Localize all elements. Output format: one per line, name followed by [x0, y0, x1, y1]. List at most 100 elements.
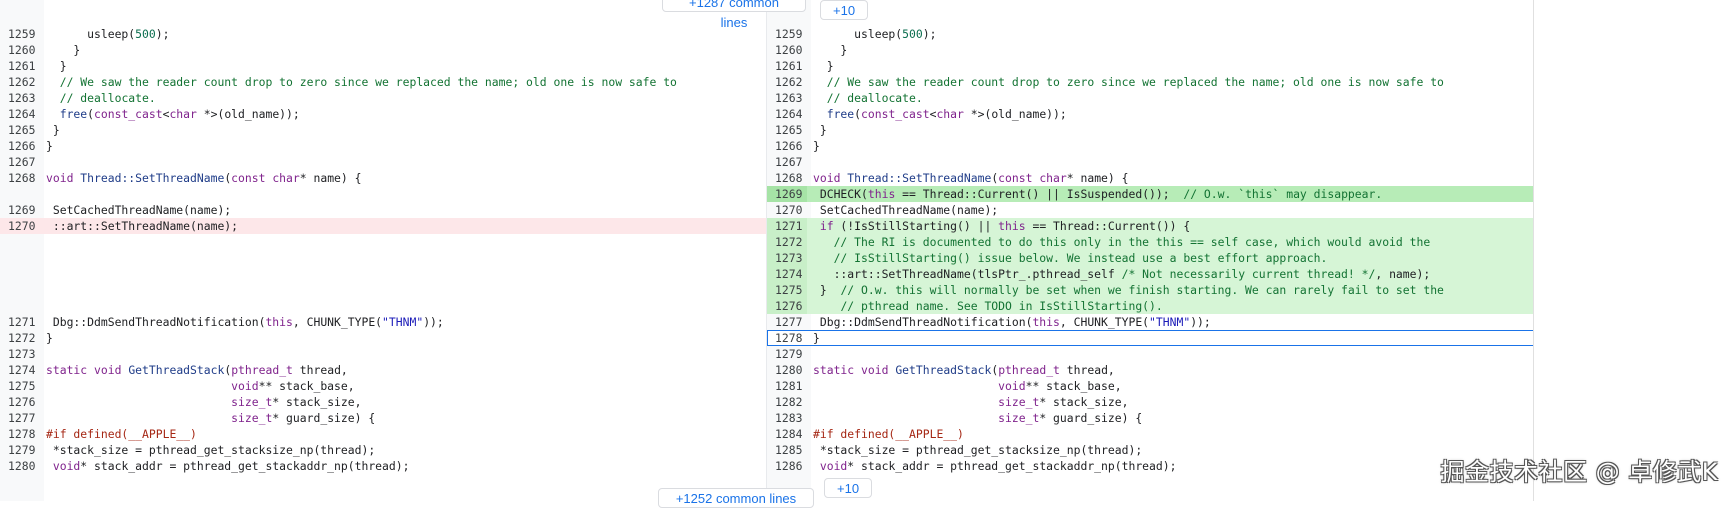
line-number[interactable]: 1273 — [767, 250, 807, 266]
line-number[interactable]: 1279 — [767, 346, 807, 362]
line-code: usleep(500); — [46, 26, 766, 42]
expand-common-lines-bottom-button[interactable]: +1252 common lines — [658, 488, 814, 508]
code-token: thread, — [292, 363, 348, 377]
right-code-line: 1278} — [767, 330, 1534, 346]
right-code-line: 1286 void* stack_addr = pthread_get_stac… — [767, 458, 1534, 474]
right-code-line: 1268 void Thread::SetThreadName(const cha… — [767, 170, 1534, 186]
line-number[interactable]: 1273 — [0, 346, 40, 362]
line-number[interactable]: 1277 — [0, 410, 40, 426]
expand-common-lines-top-button[interactable]: +1287 common lines — [662, 0, 806, 30]
line-number[interactable]: 1276 — [767, 298, 807, 314]
line-number[interactable]: 1269 — [0, 202, 40, 218]
line-number[interactable]: 1259 — [0, 26, 40, 42]
line-number[interactable]: 1261 — [767, 58, 807, 74]
line-number[interactable]: 1263 — [767, 90, 807, 106]
line-number[interactable]: 1286 — [767, 458, 807, 474]
line-number[interactable]: 1260 — [767, 42, 807, 58]
line-code: } — [813, 58, 1534, 74]
line-number[interactable]: 1262 — [0, 74, 40, 90]
code-token: #if defined(__APPLE__) — [813, 427, 964, 441]
code-token: this — [867, 187, 896, 201]
code-token: static — [46, 363, 88, 377]
line-number[interactable]: 1266 — [767, 138, 807, 154]
line-code: #if defined(__APPLE__) — [46, 426, 766, 442]
line-number[interactable]: 1262 — [767, 74, 807, 90]
line-number[interactable]: 1284 — [767, 426, 807, 442]
line-number[interactable]: 1275 — [0, 378, 40, 394]
line-number[interactable]: 1283 — [767, 410, 807, 426]
code-token: void — [861, 363, 889, 377]
code-token: size_t — [231, 395, 273, 409]
code-token: pthread_t — [998, 363, 1060, 377]
code-token: void — [813, 171, 841, 185]
code-token: usleep( — [813, 27, 903, 41]
line-number[interactable]: 1265 — [767, 122, 807, 138]
code-token: )); — [423, 315, 444, 329]
line-number[interactable]: 1261 — [0, 58, 40, 74]
left-code-line: 1278 #if defined(__APPLE__) — [0, 426, 766, 442]
right-code-line: 1282 size_t* stack_size, — [767, 394, 1534, 410]
left-code-line: 1270 ::art::SetThreadName(name); — [0, 218, 766, 234]
line-number[interactable]: 1272 — [0, 330, 40, 346]
line-number[interactable]: 1278 — [0, 426, 40, 442]
line-number[interactable]: 1285 — [767, 442, 807, 458]
left-code-line: 1274 static void GetThreadStack(pthread_t… — [0, 362, 766, 378]
code-token: * stack_addr = pthread_get_stackaddr_np(… — [80, 459, 410, 473]
line-number[interactable]: 1277 — [767, 314, 807, 330]
line-number[interactable]: 1280 — [767, 362, 807, 378]
line-number[interactable]: 1278 — [767, 330, 807, 346]
right-code-line: 1280 static void GetThreadStack(pthread_t… — [767, 362, 1534, 378]
line-number[interactable]: 1265 — [0, 122, 40, 138]
left-code-line: 1273 — [0, 346, 766, 362]
line-number[interactable]: 1260 — [0, 42, 40, 58]
line-number[interactable]: 1274 — [767, 266, 807, 282]
line-number[interactable]: 1264 — [0, 106, 40, 122]
line-number[interactable]: 1263 — [0, 90, 40, 106]
line-number[interactable]: 1270 — [0, 218, 40, 234]
expand-10-lines-bottom-button[interactable]: +10 — [824, 478, 872, 498]
line-number[interactable]: 1281 — [767, 378, 807, 394]
left-code-line: 1268 void Thread::SetThreadName(const cha… — [0, 170, 766, 186]
line-number[interactable]: 1275 — [767, 282, 807, 298]
line-code: } — [813, 138, 1534, 154]
line-number[interactable]: 1268 — [767, 170, 807, 186]
line-number[interactable]: 1266 — [0, 138, 40, 154]
left-code-line: 1262 // We saw the reader count drop to … — [0, 74, 766, 90]
line-code: DCHECK(this == Thread::Current() || IsSu… — [813, 186, 1534, 202]
line-number[interactable]: 1264 — [767, 106, 807, 122]
line-number[interactable]: 1270 — [767, 202, 807, 218]
line-code: } — [46, 58, 766, 74]
line-number[interactable]: 1267 — [0, 154, 40, 170]
code-token: void — [819, 459, 848, 473]
code-token: ::art::SetThreadName(name); — [46, 219, 239, 233]
line-number[interactable]: 1282 — [767, 394, 807, 410]
code-token: } — [813, 123, 827, 137]
line-number[interactable]: 1269 — [767, 186, 807, 202]
right-code-line: 1271 if (!IsStillStarting() || this == T… — [767, 218, 1534, 234]
line-number[interactable]: 1267 — [767, 154, 807, 170]
left-code-line: 1267 — [0, 154, 766, 170]
code-token: char — [272, 171, 300, 185]
line-number[interactable]: 1279 — [0, 442, 40, 458]
code-token: // IsStillStarting() issue below. We ins… — [833, 251, 1328, 265]
line-number[interactable]: 1272 — [767, 234, 807, 250]
line-code: size_t* guard_size) { — [813, 410, 1534, 426]
line-number[interactable]: 1268 — [0, 170, 40, 186]
line-number[interactable]: 1271 — [767, 218, 807, 234]
line-number[interactable]: 1259 — [767, 26, 807, 42]
line-number[interactable]: 1274 — [0, 362, 40, 378]
line-number[interactable]: 1271 — [0, 314, 40, 330]
line-number[interactable]: 1280 — [0, 458, 40, 474]
code-token: } — [813, 331, 820, 345]
expand-10-lines-top-button[interactable]: +10 — [820, 0, 868, 20]
line-number[interactable]: 1276 — [0, 394, 40, 410]
code-token: "THNM" — [382, 315, 424, 329]
code-token: usleep( — [46, 27, 136, 41]
code-token: thread, — [1059, 363, 1115, 377]
code-token: // O.w. `this` may disappear. — [1183, 187, 1383, 201]
